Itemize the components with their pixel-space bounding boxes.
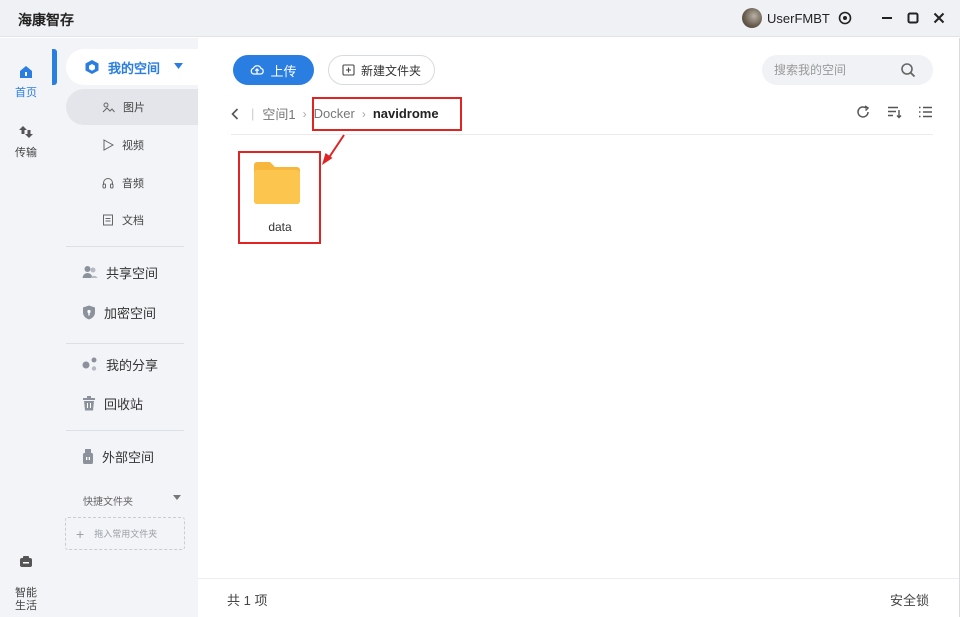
sidebar-item-my-space[interactable]: 我的空间 — [66, 49, 198, 85]
main-panel: 上传 新建文件夹 | 空间1 › Docker › navidrome data… — [198, 38, 960, 617]
close-icon[interactable] — [930, 9, 948, 27]
security-lock-button[interactable]: 安全锁 — [890, 590, 929, 609]
quick-folder-dropzone[interactable]: + 拖入常用文件夹 — [65, 517, 185, 550]
sort-icon[interactable] — [887, 105, 902, 119]
new-folder-icon — [342, 64, 355, 76]
sidebar-item-documents[interactable]: 文档 — [66, 202, 198, 238]
search-box[interactable] — [762, 55, 933, 85]
upload-label: 上传 — [270, 63, 297, 79]
divider — [66, 246, 184, 247]
external-space-icon — [83, 448, 93, 464]
rail-item-transfer[interactable]: 传输 — [0, 124, 52, 160]
caret-down-icon[interactable] — [173, 495, 181, 500]
my-share-icon — [82, 357, 97, 371]
app-title: 海康智存 — [18, 12, 74, 28]
divider — [66, 430, 184, 431]
rail-label: 首页 — [15, 87, 37, 99]
document-icon — [103, 214, 113, 226]
new-folder-button[interactable]: 新建文件夹 — [328, 55, 435, 85]
transfer-icon — [19, 126, 33, 138]
search-input[interactable] — [774, 63, 894, 77]
sidebar-item-shared-space[interactable]: 共享空间 — [82, 260, 158, 284]
sidebar-item-label: 加密空间 — [104, 305, 157, 321]
list-view-icon[interactable] — [918, 105, 933, 119]
sidebar-item-label: 文档 — [122, 215, 144, 227]
rail-label: 传输 — [15, 147, 37, 159]
divider — [198, 578, 960, 579]
quick-folder-label: 快捷文件夹 — [83, 497, 133, 508]
sidebar-item-videos[interactable]: 视频 — [66, 127, 198, 163]
shared-space-icon — [82, 266, 98, 278]
quick-folder-header[interactable]: 快捷文件夹 — [83, 493, 181, 508]
settings-icon[interactable] — [836, 9, 854, 27]
divider — [66, 343, 184, 344]
sidebar-item-encrypted-space[interactable]: 加密空间 — [82, 300, 156, 324]
highlight-box — [312, 97, 462, 131]
sidebar-item-audio[interactable]: 音频 — [66, 165, 198, 201]
collapse-handle[interactable] — [52, 49, 57, 85]
picture-icon — [102, 102, 115, 113]
back-icon[interactable] — [231, 107, 239, 120]
search-icon[interactable] — [900, 62, 916, 78]
encrypted-space-icon — [83, 305, 95, 319]
sidebar-item-pictures[interactable]: 图片 — [66, 89, 198, 125]
quick-drop-label: 拖入常用文件夹 — [94, 529, 158, 539]
upload-button[interactable]: 上传 — [233, 55, 314, 85]
left-rail: 首页 传输 智能 生活 — [0, 38, 52, 617]
sidebar-item-label: 我的分享 — [106, 357, 159, 373]
sidebar-item-external-space[interactable]: 外部空间 — [82, 444, 154, 468]
plus-icon: + — [76, 525, 85, 542]
sidebar-item-label: 我的空间 — [108, 60, 161, 76]
sidebar-item-label: 图片 — [123, 102, 145, 114]
title-bar: 海康智存 UserFMBT — [0, 0, 960, 37]
sidebar-item-label: 音频 — [122, 178, 144, 190]
sidebar-item-label: 共享空间 — [106, 265, 159, 281]
my-space-icon — [85, 60, 99, 74]
sidebar-item-label: 回收站 — [104, 396, 144, 412]
highlight-box — [238, 151, 321, 244]
user-menu[interactable]: UserFMBT — [742, 8, 830, 28]
annotation-arrow — [322, 134, 345, 165]
item-count: 共 1 项 — [227, 593, 268, 608]
cloud-upload-icon — [251, 65, 265, 75]
sidebar-item-recycle-bin[interactable]: 回收站 — [82, 391, 143, 415]
video-icon — [103, 139, 114, 151]
minimize-icon[interactable] — [878, 9, 896, 27]
sidebar-item-label: 视频 — [122, 140, 144, 152]
caret-down-icon[interactable] — [174, 63, 183, 69]
breadcrumb-item[interactable]: 空间1 — [262, 104, 295, 123]
rail-label: 智能 生活 — [15, 587, 37, 612]
rail-item-home[interactable]: 首页 — [0, 64, 52, 100]
sidebar-item-label: 外部空间 — [102, 449, 155, 465]
rail-item-smart-life[interactable]: 智能 生活 — [0, 541, 52, 617]
username[interactable]: UserFMBT — [767, 11, 830, 26]
chevron-right-icon: › — [302, 106, 307, 121]
recycle-bin-icon — [83, 395, 95, 410]
avatar[interactable] — [742, 8, 762, 28]
audio-icon — [102, 178, 114, 189]
sidebar-item-my-share[interactable]: 我的分享 — [82, 352, 158, 376]
refresh-icon[interactable] — [856, 105, 870, 119]
home-icon — [20, 66, 32, 78]
smart-life-icon — [20, 556, 32, 567]
new-folder-label: 新建文件夹 — [360, 63, 421, 78]
sidebar: 我的空间 图片 视频 音频 文档 共享空间 加密空间 我的分享 回收站 外部空间 — [52, 38, 198, 617]
maximize-icon[interactable] — [904, 9, 922, 27]
breadcrumb-divider: | — [251, 106, 255, 121]
